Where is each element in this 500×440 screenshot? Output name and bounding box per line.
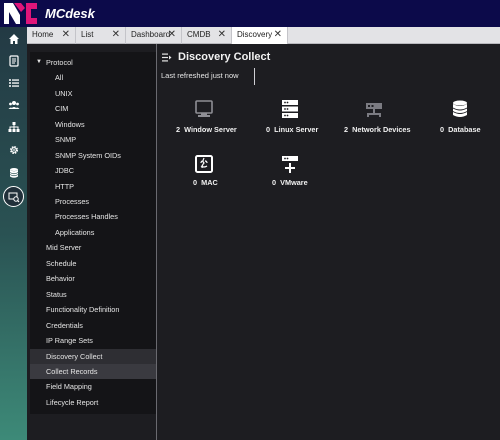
tasks-icon[interactable] <box>5 52 22 69</box>
card-count: 0 <box>440 125 445 134</box>
tab-home[interactable]: Home ✕ <box>27 27 76 44</box>
card-label-network-devices: 2 Network Devices <box>344 125 411 134</box>
hierarchy-icon[interactable] <box>5 118 22 135</box>
sidebar-item-jdbc[interactable]: JDBC <box>30 163 156 178</box>
top-bar: MCdesk <box>0 0 500 27</box>
card-label-window-server: 2 Window Server <box>176 125 237 134</box>
card-count: 2 <box>176 125 181 134</box>
card-count: 2 <box>344 125 349 134</box>
card-name: Linux Server <box>274 125 319 134</box>
panel-divider[interactable] <box>156 44 157 440</box>
users-icon[interactable] <box>5 96 22 113</box>
menu-toggle-icon[interactable] <box>162 53 172 62</box>
card-name: Database <box>448 125 481 134</box>
close-icon[interactable]: ✕ <box>274 27 282 43</box>
card-count: 0 <box>193 178 198 187</box>
sidebar-item-functionality-definition[interactable]: Functionality Definition <box>30 302 156 317</box>
sidebar-item-http[interactable]: HTTP <box>30 179 156 194</box>
discovery-icon[interactable] <box>3 186 24 207</box>
database-icon <box>452 100 468 117</box>
tab-label: CMDB <box>187 30 211 39</box>
tab-cmdb[interactable]: CMDB ✕ <box>182 27 232 44</box>
database-icon[interactable] <box>5 164 22 181</box>
card-label-vmware: 0 VMware <box>272 178 308 187</box>
network-device-icon <box>366 103 382 117</box>
sidebar-item-processes-handles[interactable]: Processes Handles <box>30 209 156 224</box>
card-label-linux-server: 0 Linux Server <box>266 125 318 134</box>
sidebar-item-cim[interactable]: CIM <box>30 101 156 116</box>
close-icon[interactable]: ✕ <box>168 27 176 43</box>
page-title: Discovery Collect <box>178 51 271 63</box>
card-count: 0 <box>272 178 277 187</box>
sidebar-item-snmp-system-oids[interactable]: SNMP System OIDs <box>30 148 156 163</box>
card-name: VMware <box>280 178 308 187</box>
card-name: MAC <box>201 178 218 187</box>
sidebar-item-field-mapping[interactable]: Field Mapping <box>30 379 156 394</box>
mc-logo[interactable] <box>4 3 37 24</box>
icon-rail <box>0 27 27 440</box>
server-icon <box>282 100 298 118</box>
sidebar-item-collect-records[interactable]: Collect Records <box>30 364 156 379</box>
card-name: Network Devices <box>352 125 411 134</box>
sidebar-item-status[interactable]: Status <box>30 287 156 302</box>
sidebar-item-all[interactable]: All <box>30 70 156 85</box>
tab-discovery[interactable]: Discovery ✕ <box>232 27 288 44</box>
card-label-mac: 0 MAC <box>193 178 218 187</box>
sidebar-item-snmp[interactable]: SNMP <box>30 132 156 147</box>
sidebar-item-unix[interactable]: UNIX <box>30 86 156 101</box>
home-icon[interactable] <box>5 30 22 47</box>
sidebar-item-processes[interactable]: Processes <box>30 194 156 209</box>
sidebar-item-credentials[interactable]: Credentials <box>30 318 156 333</box>
close-icon[interactable]: ✕ <box>62 27 70 43</box>
tab-label: Discovery <box>237 30 273 39</box>
refresh-separator <box>254 68 255 85</box>
refresh-status: Last refreshed just now <box>161 71 239 80</box>
sidebar-item-mid-server[interactable]: Mid Server <box>30 240 156 255</box>
sidebar-group-protocol[interactable]: ▼ Protocol <box>30 55 156 70</box>
list-icon[interactable] <box>5 74 22 91</box>
monitor-icon <box>195 100 213 117</box>
tab-label: Dashboard <box>131 30 171 39</box>
sidebar-nav: ▼ Protocol All UNIX CIM Windows SNMP SNM… <box>30 52 156 414</box>
sidebar-item-discovery-collect[interactable]: Discovery Collect <box>30 349 156 364</box>
sidebar-item-applications[interactable]: Applications <box>30 225 156 240</box>
card-count: 0 <box>266 125 271 134</box>
tab-label: Home <box>32 30 54 39</box>
card-name: Window Server <box>184 125 237 134</box>
sidebar-item-behavior[interactable]: Behavior <box>30 271 156 286</box>
caret-down-icon: ▼ <box>36 59 42 65</box>
card-label-database: 0 Database <box>440 125 481 134</box>
tab-dashboard[interactable]: Dashboard ✕ <box>126 27 182 44</box>
close-icon[interactable]: ✕ <box>218 27 226 43</box>
sidebar-item-schedule[interactable]: Schedule <box>30 256 156 271</box>
sidebar-item-windows[interactable]: Windows <box>30 117 156 132</box>
vmware-icon <box>282 156 298 173</box>
app-brand: MCdesk <box>45 6 95 21</box>
tab-list[interactable]: List ✕ <box>76 27 126 44</box>
gear-icon[interactable] <box>5 141 22 158</box>
close-icon[interactable]: ✕ <box>112 27 120 43</box>
tab-bar: Home ✕ List ✕ Dashboard ✕ CMDB ✕ Discove… <box>27 27 500 44</box>
tab-label: List <box>81 30 94 39</box>
sidebar-item-lifecycle-report[interactable]: Lifecycle Report <box>30 395 156 410</box>
mac-icon <box>195 155 213 173</box>
sidebar-item-ip-range-sets[interactable]: IP Range Sets <box>30 333 156 348</box>
sidebar-group-label: Protocol <box>46 58 73 67</box>
